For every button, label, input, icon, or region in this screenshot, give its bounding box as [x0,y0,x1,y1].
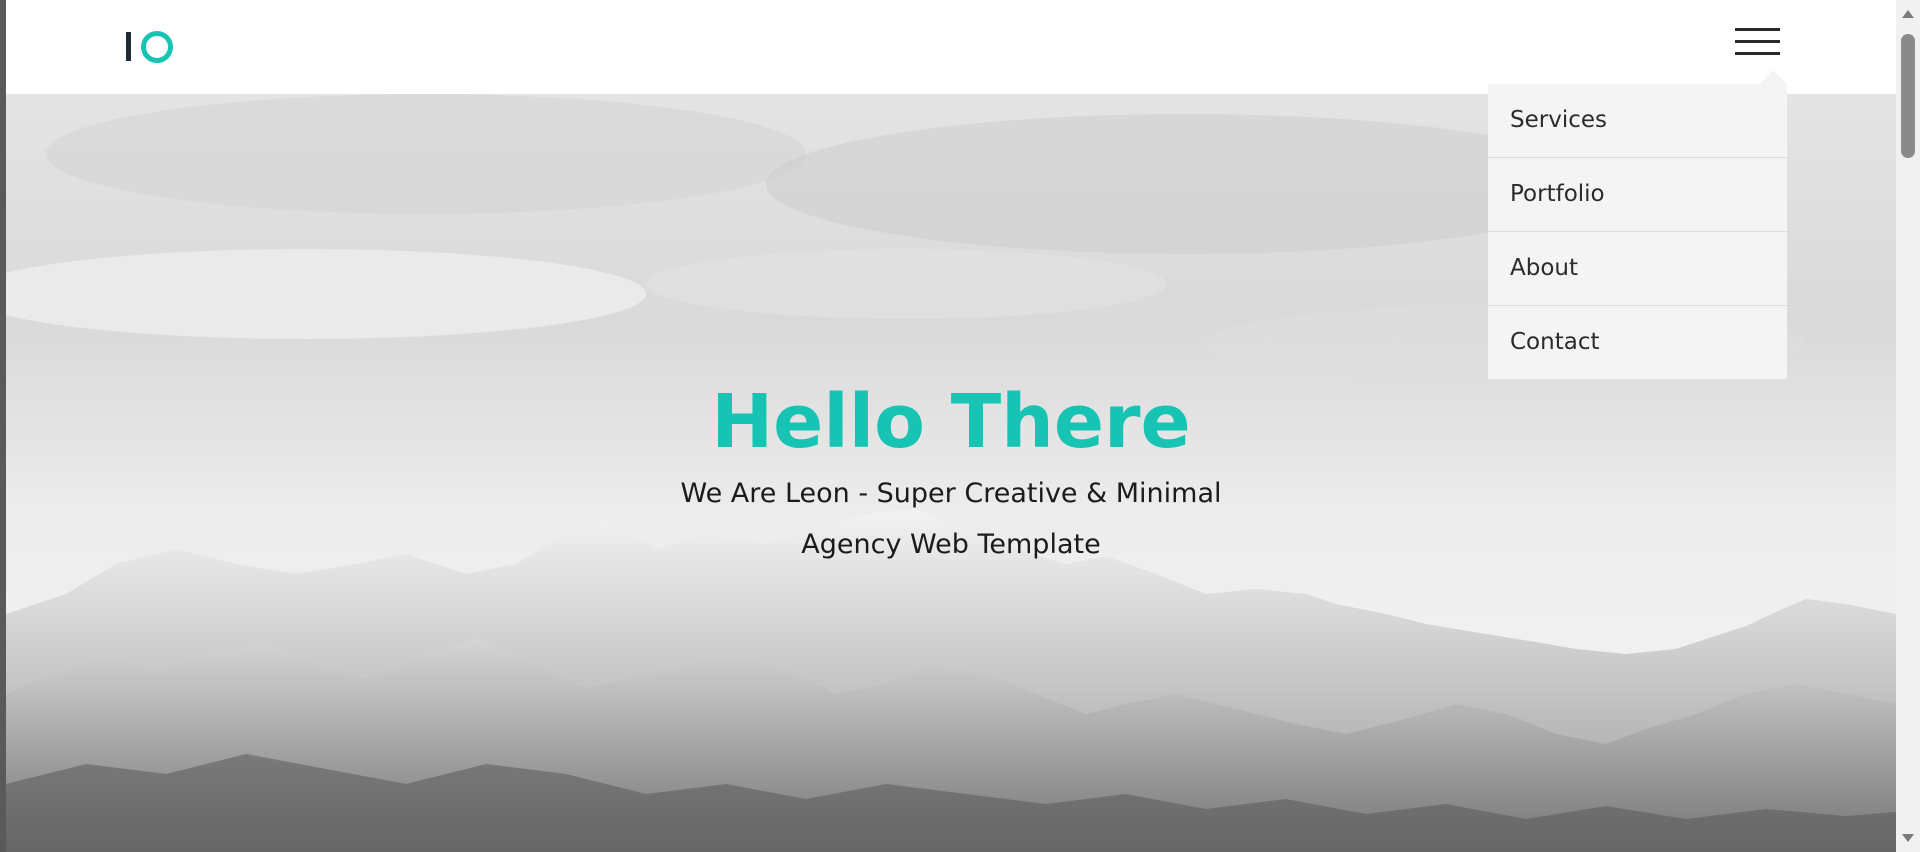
hamburger-line [1735,28,1780,31]
scroll-up-arrow-icon[interactable] [1902,10,1914,18]
hero-subtitle: We Are Leon - Super Creative & Minimal A… [680,478,1222,560]
site-logo[interactable] [120,30,173,63]
scroll-down-arrow-icon[interactable] [1902,834,1914,842]
hero-text-block: Hello There We Are Leon - Super Creative… [6,380,1896,570]
logo-ring-mark [141,31,173,63]
hamburger-line [1735,52,1780,55]
hamburger-menu-icon[interactable] [1735,26,1783,56]
dropdown-caret [1759,70,1787,84]
menu-item-services[interactable]: Services [1488,84,1787,158]
browser-viewport: Hello There We Are Leon - Super Creative… [6,0,1896,852]
scrollbar-thumb[interactable] [1901,34,1915,158]
hero-title: Hello There [711,379,1191,465]
menu-item-about[interactable]: About [1488,232,1787,306]
hamburger-line [1735,40,1780,43]
menu-item-portfolio[interactable]: Portfolio [1488,158,1787,232]
menu-item-contact[interactable]: Contact [1488,306,1787,379]
logo-bar-mark [126,32,131,61]
dropdown-menu: Services Portfolio About Contact [1488,70,1787,379]
top-navbar [6,0,1896,94]
dropdown-menu-list: Services Portfolio About Contact [1488,84,1787,379]
vertical-scrollbar[interactable] [1896,0,1920,852]
